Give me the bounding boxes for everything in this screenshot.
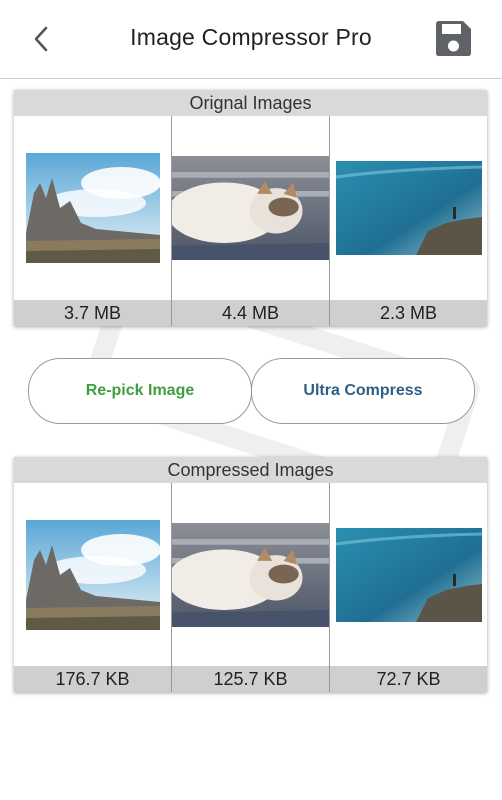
repick-image-button[interactable]: Re-pick Image xyxy=(28,358,252,424)
sleeping-cat-thumbnail xyxy=(172,522,329,627)
compressed-image-cell[interactable]: 125.7 KB xyxy=(172,483,330,692)
compressed-images-panel: Compressed Images 176.7 KB 125.7 KB 72.7… xyxy=(14,457,487,692)
page-title: Image Compressor Pro xyxy=(130,24,372,50)
file-size-label: 3.7 MB xyxy=(14,300,171,326)
original-image-cell[interactable]: 3.7 MB xyxy=(14,116,172,326)
file-size-label: 125.7 KB xyxy=(172,666,329,692)
ultra-compress-button[interactable]: Ultra Compress xyxy=(251,358,475,424)
original-image-cell[interactable]: 2.3 MB xyxy=(330,116,487,326)
file-size-label: 4.4 MB xyxy=(172,300,329,326)
original-images-panel: Orignal Images 3.7 MB 4.4 MB 2.3 MB xyxy=(14,90,487,326)
app-bar: Image Compressor Pro xyxy=(0,0,502,79)
file-size-label: 2.3 MB xyxy=(330,300,487,326)
original-image-cell[interactable]: 4.4 MB xyxy=(172,116,330,326)
compressed-image-cell[interactable]: 176.7 KB xyxy=(14,483,172,692)
floppy-disk-icon xyxy=(436,21,471,56)
sea-cliff-thumbnail xyxy=(335,161,482,255)
save-button[interactable] xyxy=(432,18,474,60)
compressed-image-cell[interactable]: 72.7 KB xyxy=(330,483,487,692)
compressed-images-header: Compressed Images xyxy=(14,457,487,483)
sea-cliff-thumbnail xyxy=(335,527,482,622)
sleeping-cat-thumbnail xyxy=(172,155,329,261)
mountain-landscape-thumbnail xyxy=(25,519,160,630)
mountain-landscape-thumbnail xyxy=(25,153,160,263)
file-size-label: 72.7 KB xyxy=(330,666,487,692)
original-images-header: Orignal Images xyxy=(14,90,487,116)
file-size-label: 176.7 KB xyxy=(14,666,171,692)
